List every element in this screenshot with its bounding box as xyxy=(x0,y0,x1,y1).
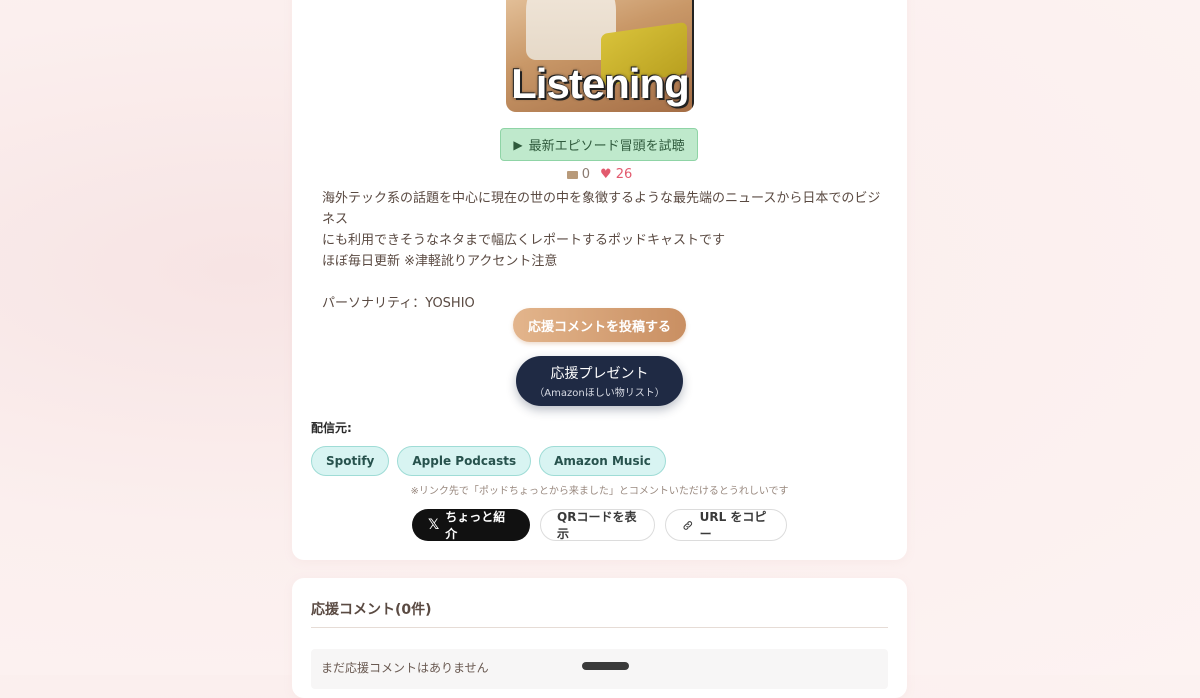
trial-play-button[interactable]: ▶ 最新エピソード冒頭を試聴 xyxy=(500,128,698,161)
description-text: 海外テック系の話題を中心に現在の世の中を象徴するような最先端のニュースから日本で… xyxy=(322,191,881,248)
post-support-comment-button[interactable]: 応援コメントを投稿する xyxy=(513,308,686,342)
share-x-button[interactable]: 𝕏 ちょっと紹介 xyxy=(412,509,530,541)
play-icon: ▶ xyxy=(513,137,523,152)
comment-count: 0 xyxy=(566,167,590,182)
present-label: 応援プレゼント xyxy=(550,366,649,382)
share-actions: 𝕏 ちょっと紹介 QRコードを表示 URL をコピー xyxy=(412,509,787,541)
x-logo-icon: 𝕏 xyxy=(428,517,440,533)
scroll-indicator[interactable] xyxy=(582,662,629,670)
cover-title-text: Listening xyxy=(511,60,690,107)
podcast-cover-image: Listening xyxy=(506,0,694,112)
divider xyxy=(311,627,888,628)
source-spotify-link[interactable]: Spotify xyxy=(311,446,390,476)
present-sublabel: （Amazonほしい物リスト） xyxy=(534,388,665,399)
comment-icon xyxy=(566,170,578,179)
source-apple-podcasts-link[interactable]: Apple Podcasts xyxy=(397,446,532,476)
sources-list: Spotify Apple Podcasts Amazon Music xyxy=(311,446,666,476)
sources-note: ※リンク先で「ポッドちょっとから来ました」とコメントいただけるとうれしいです xyxy=(410,486,789,497)
copy-url-button[interactable]: URL をコピー xyxy=(665,509,787,541)
trial-play-label: 最新エピソード冒頭を試聴 xyxy=(528,139,685,154)
support-comments-card: 応援コメント(0件) まだ応援コメントはありません xyxy=(292,578,907,698)
comments-heading: 応援コメント(0件) xyxy=(311,602,432,618)
like-count[interactable]: ♥ 26 xyxy=(600,167,632,182)
description-update-note: ほぼ毎日更新 ※津軽訛りアクセント注意 xyxy=(322,254,558,269)
podcast-stats: 0 ♥ 26 xyxy=(292,167,907,182)
podcast-card: Listening ▶ 最新エピソード冒頭を試聴 0 ♥ 26 海外テック系の話… xyxy=(292,0,907,560)
link-icon xyxy=(683,520,693,530)
support-present-button[interactable]: 応援プレゼント （Amazonほしい物リスト） xyxy=(516,356,683,406)
source-amazon-music-link[interactable]: Amazon Music xyxy=(539,446,666,476)
podcast-description: 海外テック系の話題を中心に現在の世の中を象徴するような最先端のニュースから日本で… xyxy=(322,188,882,314)
heart-icon: ♥ xyxy=(600,167,612,182)
show-qr-button[interactable]: QRコードを表示 xyxy=(540,509,655,541)
sources-label: 配信元: xyxy=(311,421,352,435)
